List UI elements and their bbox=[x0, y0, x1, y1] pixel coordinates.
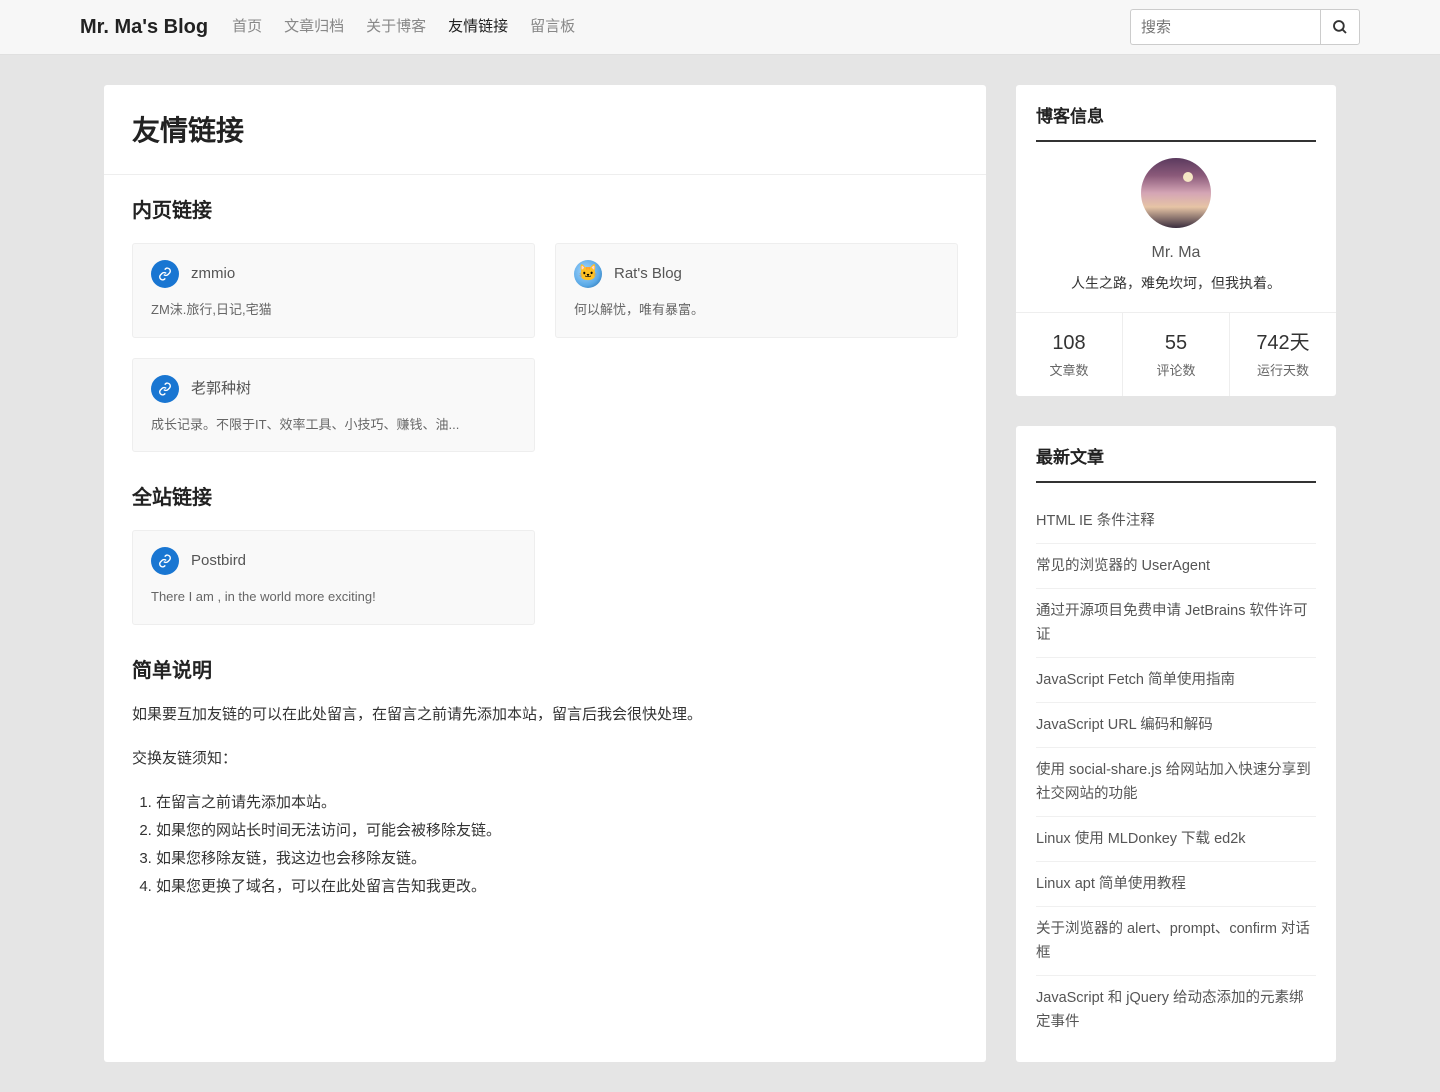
nav-item[interactable]: 关于博客 bbox=[366, 15, 426, 39]
post-link[interactable]: 关于浏览器的 alert、prompt、confirm 对话框 bbox=[1036, 921, 1310, 961]
post-link[interactable]: HTML IE 条件注释 bbox=[1036, 513, 1155, 529]
stat-label: 评论数 bbox=[1123, 361, 1229, 382]
post-item: 通过开源项目免费申请 JetBrains 软件许可证 bbox=[1036, 589, 1316, 658]
main-content: 友情链接 内页链接 zmmio ZM沫.旅行,日记,宅猫 🐱 Rat's Blog 何以… bbox=[104, 85, 986, 1062]
post-item: JavaScript 和 jQuery 给动态添加的元素绑定事件 bbox=[1036, 976, 1316, 1044]
link-icon bbox=[151, 547, 179, 575]
page-title: 友情链接 bbox=[132, 109, 958, 154]
post-item: JavaScript Fetch 简单使用指南 bbox=[1036, 658, 1316, 703]
profile-motto: 人生之路，难免坎坷，但我执着。 bbox=[1036, 272, 1316, 294]
stat-item: 108文章数 bbox=[1016, 313, 1123, 396]
profile-name: Mr. Ma bbox=[1036, 240, 1316, 266]
rule-item: 如果您移除友链，我这边也会移除友链。 bbox=[156, 847, 958, 871]
post-item: Linux 使用 MLDonkey 下载 ed2k bbox=[1036, 817, 1316, 862]
avatar bbox=[1141, 158, 1211, 228]
stat-number: 55 bbox=[1123, 327, 1229, 359]
main-nav: 首页文章归档关于博客友情链接留言板 bbox=[232, 15, 575, 39]
stat-number: 108 bbox=[1016, 327, 1122, 359]
search-form bbox=[1130, 9, 1360, 45]
nav-item[interactable]: 友情链接 bbox=[448, 15, 508, 39]
notes-intro: 如果要互加友链的可以在此处留言，在留言之前请先添加本站，留言后我会很快处理。 bbox=[132, 703, 958, 727]
rules-list: 在留言之前请先添加本站。如果您的网站长时间无法访问，可能会被移除友链。如果您移除… bbox=[104, 791, 986, 931]
post-link[interactable]: JavaScript 和 jQuery 给动态添加的元素绑定事件 bbox=[1036, 990, 1304, 1030]
link-card[interactable]: 老郭种树成长记录。不限于IT、效率工具、小技巧、赚钱、油... bbox=[132, 358, 535, 453]
post-link[interactable]: 常见的浏览器的 UserAgent bbox=[1036, 558, 1210, 574]
stat-label: 运行天数 bbox=[1230, 361, 1336, 382]
section-inner-links-title: 内页链接 bbox=[132, 195, 958, 227]
search-input[interactable] bbox=[1130, 9, 1320, 45]
link-icon bbox=[151, 260, 179, 288]
avatar-icon: 🐱 bbox=[574, 260, 602, 288]
link-icon bbox=[151, 375, 179, 403]
post-item: JavaScript URL 编码和解码 bbox=[1036, 703, 1316, 748]
sidebar: 博客信息 Mr. Ma 人生之路，难免坎坷，但我执着。 108文章数55评论数7… bbox=[1016, 85, 1336, 1062]
site-brand[interactable]: Mr. Ma's Blog bbox=[80, 11, 208, 43]
search-button[interactable] bbox=[1320, 9, 1360, 45]
post-link[interactable]: JavaScript Fetch 简单使用指南 bbox=[1036, 672, 1235, 688]
nav-item[interactable]: 文章归档 bbox=[284, 15, 344, 39]
link-name: zmmio bbox=[191, 262, 235, 286]
widget-bloginfo: 博客信息 Mr. Ma 人生之路，难免坎坷，但我执着。 108文章数55评论数7… bbox=[1016, 85, 1336, 396]
stat-item: 742天运行天数 bbox=[1230, 313, 1336, 396]
link-desc: 何以解忧，唯有暴富。 bbox=[574, 300, 939, 321]
post-item: HTML IE 条件注释 bbox=[1036, 499, 1316, 544]
rule-item: 在留言之前请先添加本站。 bbox=[156, 791, 958, 815]
section-notes-title: 简单说明 bbox=[132, 655, 958, 687]
section-site-links-title: 全站链接 bbox=[132, 482, 958, 514]
recent-post-list: HTML IE 条件注释常见的浏览器的 UserAgent 通过开源项目免费申请 … bbox=[1036, 499, 1316, 1044]
link-name: 老郭种树 bbox=[191, 377, 251, 401]
link-name: Postbird bbox=[191, 549, 246, 573]
nav-item[interactable]: 首页 bbox=[232, 15, 262, 39]
post-link[interactable]: JavaScript URL 编码和解码 bbox=[1036, 717, 1213, 733]
link-name: Rat's Blog bbox=[614, 262, 682, 286]
search-icon bbox=[1331, 18, 1349, 36]
post-item: 使用 social-share.js 给网站加入快速分享到社交网站的功能 bbox=[1036, 748, 1316, 817]
link-card[interactable]: 🐱 Rat's Blog 何以解忧，唯有暴富。 bbox=[555, 243, 958, 338]
widget-bloginfo-title: 博客信息 bbox=[1036, 103, 1316, 142]
post-link[interactable]: 使用 social-share.js 给网站加入快速分享到社交网站的功能 bbox=[1036, 762, 1311, 802]
rule-item: 如果您的网站长时间无法访问，可能会被移除友链。 bbox=[156, 819, 958, 843]
link-desc: ZM沫.旅行,日记,宅猫 bbox=[151, 300, 516, 321]
stat-number: 742天 bbox=[1230, 327, 1336, 359]
widget-recent: 最新文章 HTML IE 条件注释常见的浏览器的 UserAgent 通过开源项目… bbox=[1016, 426, 1336, 1062]
topbar: Mr. Ma's Blog 首页文章归档关于博客友情链接留言板 bbox=[0, 0, 1440, 55]
link-desc: There I am , in the world more exciting! bbox=[151, 587, 516, 608]
post-link[interactable]: Linux 使用 MLDonkey 下载 ed2k bbox=[1036, 831, 1246, 847]
widget-recent-title: 最新文章 bbox=[1036, 444, 1316, 483]
notes-subhead: 交换友链须知： bbox=[132, 747, 958, 771]
link-desc: 成长记录。不限于IT、效率工具、小技巧、赚钱、油... bbox=[151, 415, 516, 436]
post-item: Linux apt 简单使用教程 bbox=[1036, 862, 1316, 907]
link-card[interactable]: zmmio ZM沫.旅行,日记,宅猫 bbox=[132, 243, 535, 338]
link-card[interactable]: Postbird There I am , in the world more e… bbox=[132, 530, 535, 625]
post-item: 关于浏览器的 alert、prompt、confirm 对话框 bbox=[1036, 907, 1316, 976]
stat-label: 文章数 bbox=[1016, 361, 1122, 382]
nav-item[interactable]: 留言板 bbox=[530, 15, 575, 39]
stat-item: 55评论数 bbox=[1123, 313, 1230, 396]
post-item: 常见的浏览器的 UserAgent bbox=[1036, 544, 1316, 589]
post-link[interactable]: 通过开源项目免费申请 JetBrains 软件许可证 bbox=[1036, 603, 1308, 643]
rule-item: 如果您更换了域名，可以在此处留言告知我更改。 bbox=[156, 875, 958, 899]
